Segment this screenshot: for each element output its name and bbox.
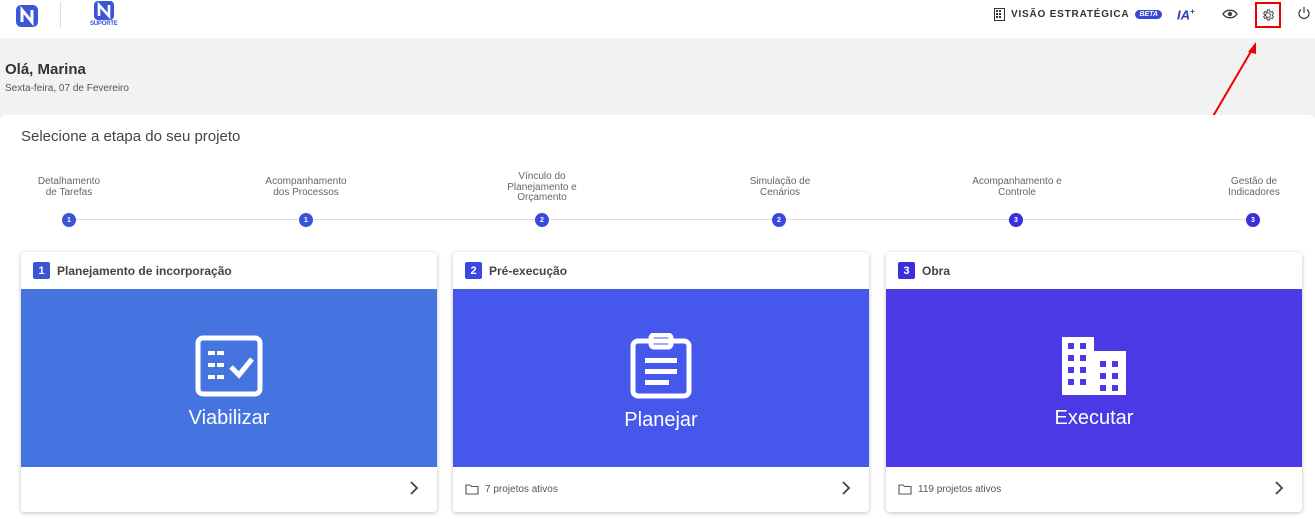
stepper-line (69, 219, 1253, 220)
card-action-label: Executar (1054, 406, 1134, 429)
chevron-right-icon[interactable] (1274, 481, 1284, 495)
step-label: Simulação de Cenários (749, 176, 811, 198)
step-acompanhamento-controle[interactable]: Acompanhamento e Controle (957, 176, 1077, 198)
settings-button[interactable] (1255, 2, 1281, 28)
gear-icon (1263, 9, 1275, 21)
card-title: Planejamento de incorporação (57, 263, 232, 278)
card-header: 2 Pré-execução (453, 252, 869, 289)
card-action-label: Viabilizar (188, 406, 270, 429)
clipboard-icon (630, 332, 692, 398)
main-panel: Selecione a etapa do seu projeto Detalha… (0, 115, 1315, 519)
power-icon[interactable] (1297, 6, 1311, 20)
visao-estrategica-label: VISÃO ESTRATÉGICA (1011, 9, 1130, 20)
step-label: Detalhamento de Tarefas (37, 176, 101, 198)
step-dot[interactable]: 2 (772, 213, 786, 227)
visao-estrategica-button[interactable]: VISÃO ESTRATÉGICA BETA (994, 8, 1162, 21)
card-action-label: Planejar (624, 408, 698, 431)
greeting-date: Sexta-feira, 07 de Fevereiro (5, 83, 129, 94)
card-pre-execucao: 2 Pré-execução Planejar 7 projetos ativo… (453, 252, 869, 512)
building-icon (994, 8, 1005, 21)
step-dot[interactable]: 3 (1246, 213, 1260, 227)
step-label: Acompanhamento dos Processos (265, 176, 347, 198)
card-footer: 119 projetos ativos (886, 467, 1302, 512)
beta-badge: BETA (1135, 10, 1162, 19)
step-label: Vínculo do Planejamento e Orçamento (507, 171, 577, 203)
card-obra: 3 Obra Executar 119 projetos ativos (886, 252, 1302, 512)
chevron-right-icon[interactable] (841, 481, 851, 495)
city-building-icon (1062, 336, 1126, 395)
step-dot[interactable]: 2 (535, 213, 549, 227)
top-bar: SUPORTE VISÃO ESTRATÉGICA BETA IA+ (0, 0, 1315, 38)
folder-icon (898, 484, 912, 495)
card-footer: 7 projetos ativos (453, 467, 869, 512)
step-acompanhamento-processos[interactable]: Acompanhamento dos Processos (246, 176, 366, 198)
step-label: Acompanhamento e Controle (972, 176, 1062, 198)
step-vinculo-planejamento[interactable]: Vínculo do Planejamento e Orçamento (482, 171, 602, 204)
card-footer (21, 467, 437, 512)
card-planejamento-incorporacao: 1 Planejamento de incorporação Viabiliza… (21, 252, 437, 512)
card-footer-text: 7 projetos ativos (485, 484, 558, 495)
brand-logo-icon[interactable] (15, 4, 39, 28)
header-divider (60, 2, 61, 28)
card-footer-text: 119 projetos ativos (918, 484, 1002, 495)
viabilizar-button[interactable]: Viabilizar (21, 289, 437, 467)
card-number-badge: 2 (465, 262, 482, 279)
ia-button[interactable]: IA+ (1177, 7, 1195, 22)
stepper: Detalhamento de Tarefas 1 Acompanhamento… (0, 115, 1315, 235)
planejar-button[interactable]: Planejar (453, 289, 869, 467)
ia-label: IA (1177, 7, 1190, 23)
card-number-badge: 1 (33, 262, 50, 279)
card-number-badge: 3 (898, 262, 915, 279)
card-header: 3 Obra (886, 252, 1302, 289)
folder-icon (465, 484, 479, 495)
suporte-label: SUPORTE (90, 21, 118, 27)
card-title: Obra (922, 263, 951, 278)
step-label: Gestão de Indicadores (1228, 176, 1280, 198)
step-dot[interactable]: 1 (62, 213, 76, 227)
card-header: 1 Planejamento de incorporação (21, 252, 437, 289)
card-title: Pré-execução (489, 263, 568, 278)
executar-button[interactable]: Executar (886, 289, 1302, 467)
greeting-title: Olá, Marina (5, 61, 86, 78)
step-simulacao-cenarios[interactable]: Simulação de Cenários (720, 176, 840, 198)
step-dot[interactable]: 1 (299, 213, 313, 227)
chevron-right-icon[interactable] (409, 481, 419, 495)
eye-icon[interactable] (1222, 7, 1238, 21)
ia-plus: + (1190, 7, 1195, 16)
step-dot[interactable]: 3 (1009, 213, 1023, 227)
step-gestao-indicadores[interactable]: Gestão de Indicadores (1194, 176, 1314, 198)
step-detalhamento-tarefas[interactable]: Detalhamento de Tarefas (9, 176, 129, 198)
checklist-icon (195, 335, 263, 396)
